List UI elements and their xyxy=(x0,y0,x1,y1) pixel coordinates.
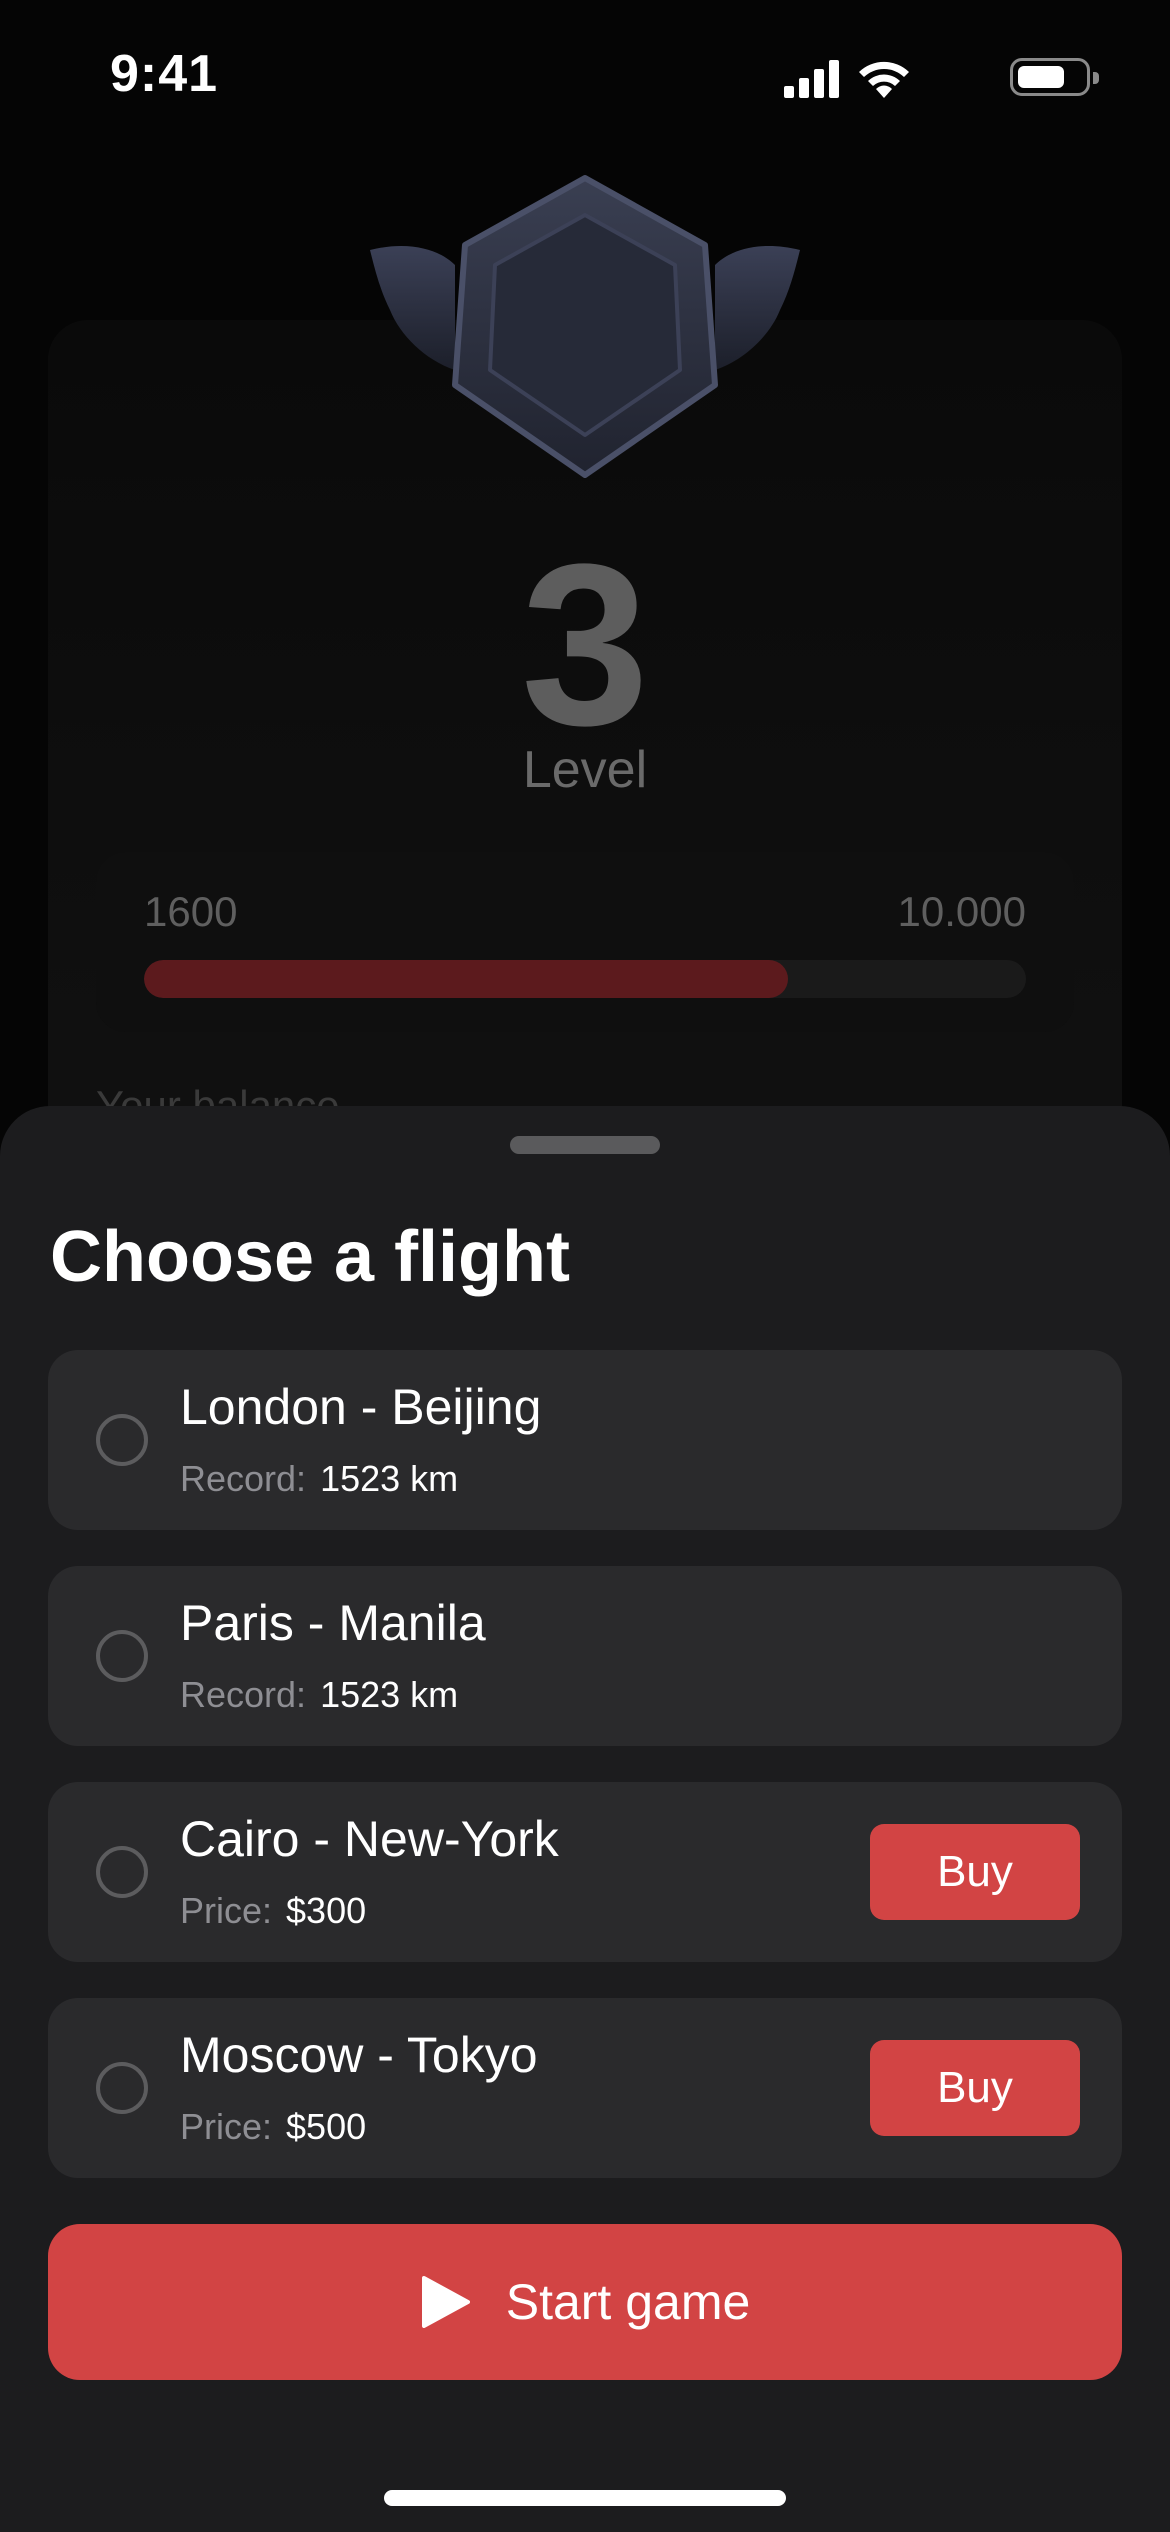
battery-icon xyxy=(1010,58,1099,96)
flight-route: London - Beijing xyxy=(180,1379,542,1435)
meta-label: Price: xyxy=(180,2106,273,2147)
start-game-label: Start game xyxy=(505,2274,751,2330)
start-game-button[interactable]: Start game xyxy=(48,2224,1122,2380)
meta-value: 1523 km xyxy=(320,1458,459,1499)
radio-button[interactable] xyxy=(96,2062,148,2114)
flight-meta: Price: $300 xyxy=(180,1890,366,1932)
flight-meta: Price: $500 xyxy=(180,2106,366,2148)
flight-route: Moscow - Tokyo xyxy=(180,2027,538,2083)
flight-option[interactable]: Cairo - New-York Price: $300 Buy xyxy=(48,1782,1122,1962)
status-time: 9:41 xyxy=(110,45,219,103)
status-bar: 9:41 xyxy=(0,0,1170,150)
buy-button[interactable]: Buy xyxy=(870,2040,1080,2136)
winged-hexagon-badge-icon xyxy=(370,175,800,478)
wifi-icon xyxy=(859,61,909,98)
status-icons xyxy=(770,56,1099,100)
flight-option[interactable]: Moscow - Tokyo Price: $500 Buy xyxy=(48,1998,1122,2178)
radio-button[interactable] xyxy=(96,1846,148,1898)
choose-flight-sheet: Choose a flight London - Beijing Record:… xyxy=(0,1106,1170,2532)
level-label: Level xyxy=(522,741,648,799)
meta-value: 1523 km xyxy=(320,1674,459,1715)
flight-meta: Record: 1523 km xyxy=(180,1458,458,1500)
sheet-handle[interactable] xyxy=(510,1136,660,1154)
flight-route: Cairo - New-York xyxy=(180,1811,559,1867)
meta-label: Record: xyxy=(180,1458,307,1499)
sheet-title: Choose a flight xyxy=(50,1217,570,1297)
level-progress: 1600 10.000 xyxy=(96,852,1074,1032)
flight-meta: Record: 1523 km xyxy=(180,1674,458,1716)
progress-max: 10.000 xyxy=(897,888,1026,935)
radio-button[interactable] xyxy=(96,1630,148,1682)
meta-label: Record: xyxy=(180,1674,307,1715)
home-indicator[interactable] xyxy=(384,2490,786,2506)
flight-option[interactable]: Paris - Manila Record: 1523 km xyxy=(48,1566,1122,1746)
radio-button[interactable] xyxy=(96,1414,148,1466)
cellular-signal-icon xyxy=(784,60,839,98)
progress-track xyxy=(144,960,1026,998)
progress-min: 1600 xyxy=(144,888,238,935)
meta-value: $500 xyxy=(286,2106,367,2147)
level-number: 3 xyxy=(521,516,649,773)
buy-button[interactable]: Buy xyxy=(870,1824,1080,1920)
flight-route: Paris - Manila xyxy=(180,1595,486,1651)
progress-fill xyxy=(144,960,788,998)
meta-label: Price: xyxy=(180,1890,273,1931)
flight-option[interactable]: London - Beijing Record: 1523 km xyxy=(48,1350,1122,1530)
meta-value: $300 xyxy=(286,1890,367,1931)
play-icon xyxy=(421,2276,470,2328)
